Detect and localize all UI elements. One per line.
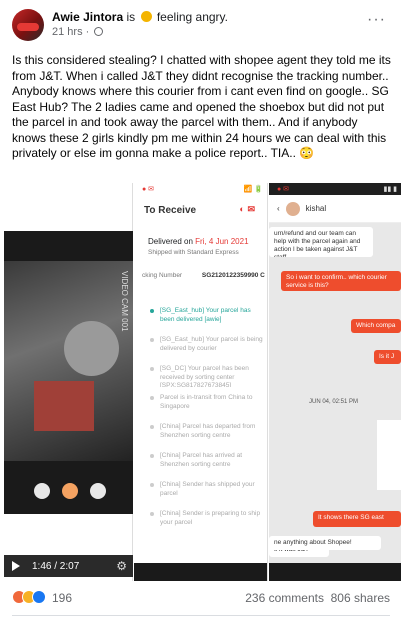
chat-image-thumbnail[interactable]	[377, 420, 401, 490]
shopee-chat-screenshot[interactable]: ● ✉ ▮▮ ▮ ‹ kishal urn/refund and our tea…	[269, 183, 401, 581]
timeline-event: [China] Sender is preparing to ship your…	[148, 510, 266, 532]
timeline-event: Parcel is in-transit from China to Singa…	[148, 394, 266, 416]
tracking-timeline: [SG_East_hub] Your parcel has been deliv…	[148, 307, 266, 539]
play-icon[interactable]	[12, 561, 20, 571]
timeline-event: [SG_East_hub] Your parcel has been deliv…	[148, 307, 266, 329]
post-media[interactable]: VIDEO CAM 001 1:46 / 2:07 ⚙ ● ✉ 📶 🔋 To R…	[0, 183, 401, 581]
phone-navbar	[134, 563, 267, 581]
chat-bubble-out: Is it J	[374, 350, 401, 364]
video-controls	[34, 483, 106, 501]
tracking-label: cking Number	[142, 272, 183, 279]
status-icons-right: ▮▮ ▮	[383, 186, 397, 193]
receipt-title: To Receive	[144, 204, 197, 216]
video-frame[interactable]: VIDEO CAM 001	[4, 231, 133, 514]
video-panel[interactable]: VIDEO CAM 001 1:46 / 2:07 ⚙	[0, 183, 133, 581]
play-toggle-icon[interactable]	[62, 483, 78, 499]
author-name[interactable]: Awie Jintora	[52, 10, 123, 24]
tracking-row: cking Number SG2120122359990 C	[134, 272, 267, 279]
engagement-counts: 236 comments 806 shares	[245, 591, 390, 605]
timeline-event: [China] Parcel has departed from Shenzhe…	[148, 423, 266, 445]
chat-header: ‹ kishal	[269, 195, 401, 223]
comments-count[interactable]: 236 comments	[245, 591, 324, 605]
status-icons-left: ● ✉	[277, 186, 290, 193]
reaction-count[interactable]: 196	[52, 591, 72, 605]
feeling-prefix: is	[126, 10, 136, 24]
receipt-topbar: To Receive ◐ ✉	[134, 195, 267, 225]
feeling-text: feeling angry.	[156, 10, 228, 24]
settings-icon[interactable]: ⚙	[116, 559, 127, 573]
scene-object	[64, 321, 119, 376]
chat-bubble-out: It shows there SG east	[313, 511, 401, 527]
timeline-event: [SG_East_hub] Your parcel is being deliv…	[148, 336, 266, 358]
chat-bubble-in: urn/refund and our team can help with th…	[269, 227, 373, 257]
video-time: 1:46 / 2:07	[32, 560, 80, 572]
post-meta: Awie Jintora is feeling angry. 21 hrs ·	[52, 10, 372, 40]
chat-bubble-in: ne anything about Shopee!	[269, 536, 381, 550]
chat-bubble-out: Which compa	[351, 319, 401, 333]
phone-navbar	[269, 563, 401, 581]
scene-box	[34, 381, 94, 431]
status-icons-left: ● ✉	[142, 186, 155, 193]
timeline-event: [China] Sender has shipped your parcel	[148, 481, 266, 503]
author-line: Awie Jintora is feeling angry.	[52, 10, 372, 25]
like-reaction-icon	[32, 590, 46, 604]
chat-bubble-out: So i want to confirm.. which courier ser…	[281, 271, 401, 291]
divider	[12, 615, 390, 616]
camera-icon[interactable]	[90, 483, 106, 499]
timeline-event: [China] Parcel has arrived at Shenzhen s…	[148, 452, 266, 474]
shopee-receipt-screenshot[interactable]: ● ✉ 📶 🔋 To Receive ◐ ✉ Delivered on Fri,…	[134, 183, 268, 581]
status-bar: ● ✉ 📶 🔋	[134, 183, 267, 195]
delivered-line: Delivered on Fri, 4 Jun 2021	[148, 237, 267, 246]
delivery-info: Delivered on Fri, 4 Jun 2021 Shipped wit…	[148, 237, 267, 256]
contact-avatar	[285, 201, 300, 216]
rewind-icon[interactable]	[34, 483, 50, 499]
delivered-date: Fri, 4 Jun 2021	[195, 237, 249, 246]
post-text: Is this considered stealing? I chatted w…	[12, 53, 391, 160]
headset-icon: ◐ ✉	[239, 204, 255, 214]
globe-icon	[94, 27, 104, 36]
post-header: Awie Jintora is feeling angry. 21 hrs · …	[12, 9, 390, 43]
video-scene	[4, 261, 133, 461]
author-avatar[interactable]	[12, 9, 44, 41]
status-bar: ● ✉ ▮▮ ▮	[269, 183, 401, 195]
facebook-post: Awie Jintora is feeling angry. 21 hrs · …	[0, 0, 401, 621]
delivered-label: Delivered on	[148, 237, 193, 246]
post-time-line: 21 hrs ·	[52, 25, 372, 40]
status-icons-right: 📶 🔋	[243, 186, 263, 193]
tracking-value: SG2120122359990 C	[201, 272, 265, 279]
chat-area: urn/refund and our team can help with th…	[269, 223, 401, 563]
chat-timestamp: JUN 04, 02:51 PM	[309, 399, 359, 405]
contact-name: kishal	[305, 204, 327, 213]
angry-emoji-icon	[140, 11, 152, 22]
timeline-event: [SG_DC] Your parcel has been received by…	[148, 365, 266, 387]
camera-label: VIDEO CAM 001	[120, 271, 129, 332]
post-stats: 196 236 comments 806 shares	[12, 589, 390, 607]
back-arrow-icon[interactable]: ‹	[277, 204, 280, 213]
post-time[interactable]: 21 hrs ·	[52, 26, 89, 38]
shipped-with: Shipped with Standard Express	[148, 249, 239, 256]
shares-count[interactable]: 806 shares	[331, 591, 390, 605]
more-options-button[interactable]: ···	[367, 11, 386, 29]
video-controlbar: 1:46 / 2:07 ⚙	[4, 555, 133, 577]
